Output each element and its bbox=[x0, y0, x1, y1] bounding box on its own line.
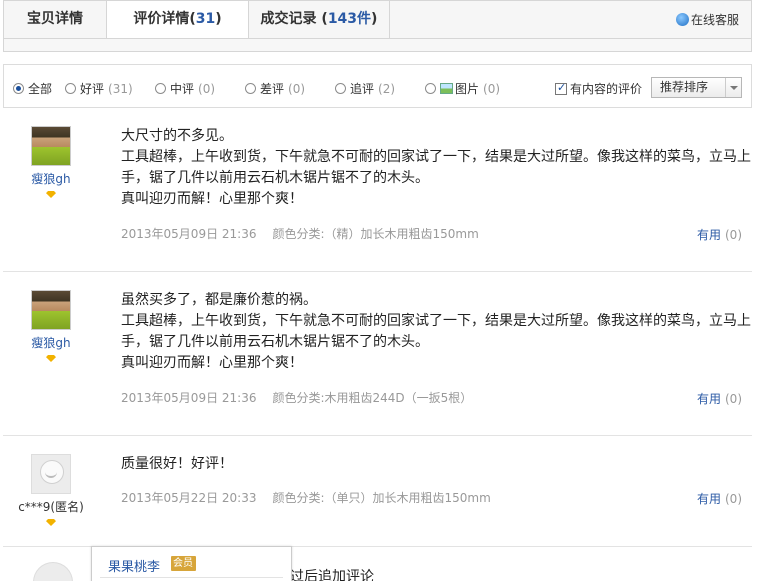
filter-all[interactable]: 全部 bbox=[13, 80, 52, 97]
review-content: 大尺寸的不多见。 工具超棒，上午收到货，下午就急不可耐的回家试了一下，结果是大过… bbox=[121, 126, 751, 210]
medal-icon bbox=[46, 355, 56, 362]
filter-label: 差评 bbox=[260, 82, 285, 96]
filter-count: (0) bbox=[198, 81, 216, 96]
divider bbox=[100, 577, 283, 578]
filter-count: (31) bbox=[108, 81, 133, 96]
review-line: 虽然买多了，都是廉价惹的祸。 bbox=[121, 292, 317, 308]
filter-count: (2) bbox=[378, 81, 396, 96]
review-spec: 颜色分类:（单只）加长木用粗齿150mm bbox=[272, 491, 491, 505]
chevron-down-icon[interactable] bbox=[725, 78, 741, 97]
useful-button[interactable]: 有用 (0) bbox=[697, 490, 742, 507]
avatar[interactable] bbox=[31, 290, 71, 330]
sort-label: 推荐排序 bbox=[660, 80, 709, 94]
useful-label: 有用 bbox=[696, 492, 721, 506]
reviewer-info: 瘦狼gh bbox=[3, 290, 99, 365]
useful-button[interactable]: 有用 (0) bbox=[697, 390, 742, 407]
filter-count: (0) bbox=[288, 81, 306, 96]
filter-count: (0) bbox=[483, 81, 501, 96]
review-line: 真叫迎刃而解！心里那个爽！ bbox=[121, 191, 303, 207]
medal-icon bbox=[46, 191, 56, 198]
review-item: 瘦狼gh 虽然买多了，都是廉价惹的祸。 工具超棒，上午收到货，下午就急不可耐的回… bbox=[3, 272, 752, 436]
review-filter-bar: 全部 好评(31) 中评(0) 差评(0) 追评(2) 图片(0) 有内容的评价… bbox=[3, 64, 752, 108]
review-meta: 2013年05月22日 20:33 颜色分类:（单只）加长木用粗齿150mm bbox=[121, 489, 491, 506]
reviewer-info: 瘦狼gh bbox=[3, 126, 99, 201]
filter-pic[interactable]: 图片 (0) bbox=[425, 80, 500, 97]
filter-good[interactable]: 好评 (31) bbox=[65, 80, 133, 97]
chat-icon bbox=[675, 13, 689, 26]
review-meta: 2013年05月09日 21:36 颜色分类:木用粗齿244D（一扳5根） bbox=[121, 389, 472, 406]
review-date: 2013年05月09日 21:36 bbox=[121, 391, 257, 405]
tab-label: 成交记录 ( bbox=[260, 11, 328, 27]
tab-bar: 宝贝详情 评价详情(31) 成交记录 (143件) 在线客服 bbox=[3, 0, 752, 39]
has-content-label: 有内容的评价 bbox=[570, 82, 643, 96]
review-content: 质量很好！好评！ bbox=[121, 454, 751, 475]
tab-suffix: ) bbox=[215, 11, 222, 27]
radio-icon[interactable] bbox=[155, 83, 166, 94]
useful-label: 有用 bbox=[696, 228, 721, 242]
tab-transactions[interactable]: 成交记录 (143件) bbox=[249, 1, 390, 38]
review-date: 2013年05月09日 21:36 bbox=[121, 227, 257, 241]
useful-label: 有用 bbox=[696, 392, 721, 406]
has-content-filter[interactable]: 有内容的评价 bbox=[555, 80, 642, 97]
review-item: 瘦狼gh 大尺寸的不多见。 工具超棒，上午收到货，下午就急不可耐的回家试了一下，… bbox=[3, 108, 752, 272]
vip-badge-label: 会员 bbox=[173, 558, 193, 569]
reviewer-name[interactable]: 瘦狼gh bbox=[3, 170, 99, 187]
useful-count: (0) bbox=[725, 228, 742, 242]
review-line: 过后追加评论 bbox=[290, 569, 374, 581]
radio-icon[interactable] bbox=[425, 83, 436, 94]
sort-select[interactable]: 推荐排序 bbox=[651, 77, 742, 98]
filter-bad[interactable]: 差评 (0) bbox=[245, 80, 305, 97]
filter-label: 中评 bbox=[170, 82, 195, 96]
medal-icon bbox=[46, 519, 56, 526]
tab-reviews[interactable]: 评价详情(31) bbox=[107, 1, 249, 39]
checkbox-icon[interactable] bbox=[555, 81, 567, 95]
tab-content-strip bbox=[3, 38, 752, 52]
vip-badge: 会员 bbox=[171, 556, 196, 571]
online-service-label: 在线客服 bbox=[690, 13, 739, 27]
review-content: 虽然买多了，都是廉价惹的祸。 工具超棒，上午收到货，下午就急不可耐的回家试了一下… bbox=[121, 290, 751, 374]
reviewer-info: c***9(匿名) bbox=[3, 454, 99, 529]
tab-suffix: ) bbox=[371, 11, 378, 27]
user-hover-card: 果果桃李 会员 bbox=[91, 546, 292, 581]
review-spec: 颜色分类:木用粗齿244D（一扳5根） bbox=[272, 391, 473, 405]
filter-label: 全部 bbox=[28, 82, 53, 96]
reviewer-name[interactable]: 瘦狼gh bbox=[3, 334, 99, 351]
radio-icon[interactable] bbox=[13, 83, 24, 94]
image-icon bbox=[440, 83, 453, 94]
avatar[interactable] bbox=[33, 562, 73, 581]
tab-count: 31 bbox=[195, 11, 216, 27]
useful-count: (0) bbox=[725, 392, 742, 406]
review-spec: 颜色分类:（精）加长木用粗齿150mm bbox=[272, 227, 479, 241]
radio-icon[interactable] bbox=[245, 83, 256, 94]
review-line: 工具超棒，上午收到货，下午就急不可耐的回家试了一下，结果是大过所望。像我这样的菜… bbox=[121, 149, 751, 186]
review-line: 工具超棒，上午收到货，下午就急不可耐的回家试了一下，结果是大过所望。像我这样的菜… bbox=[121, 313, 751, 350]
radio-icon[interactable] bbox=[65, 83, 76, 94]
filter-label: 图片 bbox=[455, 82, 480, 96]
review-line: 质量很好！好评！ bbox=[121, 456, 233, 472]
filter-label: 好评 bbox=[80, 82, 105, 96]
review-item: c***9(匿名) 质量很好！好评！ 2013年05月22日 20:33 颜色分类… bbox=[3, 436, 752, 547]
tab-item-details[interactable]: 宝贝详情 bbox=[4, 1, 107, 38]
tab-label: 宝贝详情 bbox=[27, 11, 83, 27]
review-meta: 2013年05月09日 21:36 颜色分类:（精）加长木用粗齿150mm bbox=[121, 225, 479, 242]
filter-label: 追评 bbox=[350, 82, 375, 96]
popup-user-name[interactable]: 果果桃李 bbox=[108, 556, 160, 575]
radio-icon[interactable] bbox=[335, 83, 346, 94]
online-service-link[interactable]: 在线客服 bbox=[675, 11, 739, 28]
avatar[interactable] bbox=[31, 126, 71, 166]
review-line: 大尺寸的不多见。 bbox=[121, 128, 233, 144]
useful-button[interactable]: 有用 (0) bbox=[697, 226, 742, 243]
tab-label: 评价详情( bbox=[133, 11, 196, 27]
reviewer-name: c***9(匿名) bbox=[18, 500, 84, 514]
review-line: 真叫迎刃而解！心里那个爽！ bbox=[121, 355, 303, 371]
avatar[interactable] bbox=[31, 454, 71, 494]
filter-append[interactable]: 追评 (2) bbox=[335, 80, 395, 97]
filter-mid[interactable]: 中评 (0) bbox=[155, 80, 215, 97]
useful-count: (0) bbox=[725, 492, 742, 506]
review-date: 2013年05月22日 20:33 bbox=[121, 491, 257, 505]
tab-count: 143件 bbox=[327, 11, 372, 27]
